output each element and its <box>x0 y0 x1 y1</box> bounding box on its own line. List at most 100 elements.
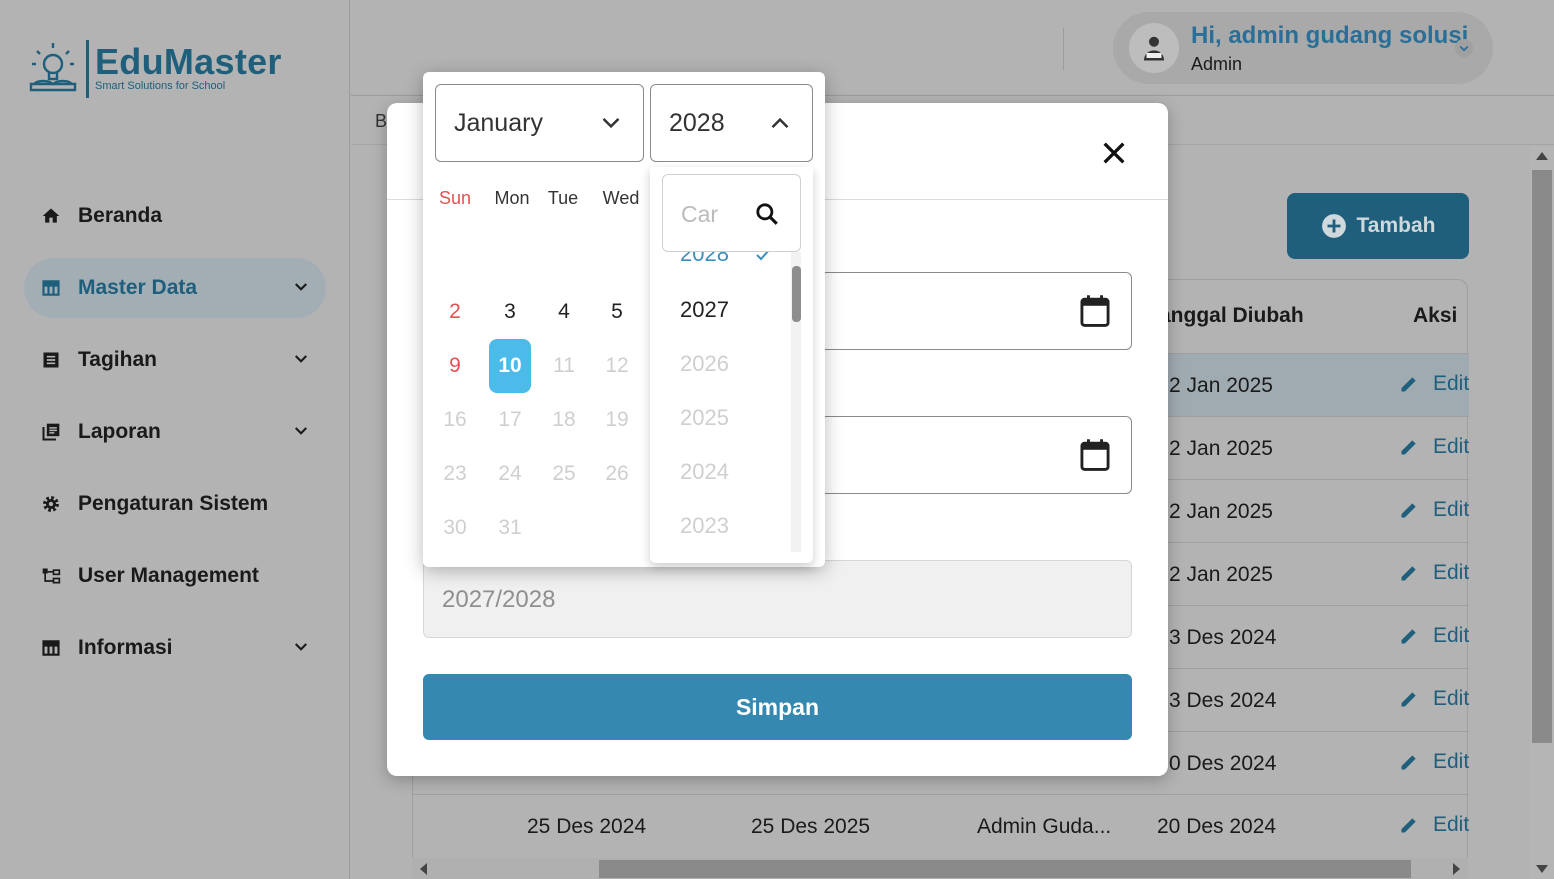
scroll-right-icon[interactable] <box>1452 863 1460 875</box>
year-option: 2026 <box>680 351 729 376</box>
table-icon <box>40 277 62 299</box>
cell-modified: 3 Des 2024 <box>1169 626 1277 649</box>
edit-label: Edit <box>1433 372 1470 395</box>
sidebar-item-informasi[interactable]: Informasi <box>24 618 326 678</box>
logo[interactable]: EduMaster Smart Solutions for School <box>28 40 282 98</box>
scroll-down-icon[interactable] <box>1536 865 1548 873</box>
calendar-day: 31 <box>498 516 522 539</box>
edit-button[interactable]: Edit <box>1399 687 1469 711</box>
table-icon <box>40 637 62 659</box>
sidebar-item-label: Tagihan <box>78 348 157 371</box>
calendar-day[interactable]: 5 <box>596 285 638 339</box>
chevron-down-icon <box>295 283 307 291</box>
pencil-icon <box>1401 503 1416 518</box>
sidebar-item-tagihan[interactable]: Tagihan <box>24 330 326 390</box>
calendar-day[interactable]: 9 <box>434 339 476 393</box>
edit-label: Edit <box>1433 624 1470 647</box>
table-row[interactable]: 25 Des 2024 25 Des 2025 Admin Guda... 20… <box>413 794 1469 857</box>
scroll-left-icon[interactable] <box>420 863 428 875</box>
chevron-down-icon <box>295 643 307 651</box>
calendar-day: 25 <box>552 462 576 485</box>
user-role: Admin <box>1191 53 1243 74</box>
horizontal-scrollbar[interactable] <box>412 858 1468 879</box>
lightbulb-book-icon <box>29 43 77 92</box>
edit-label: Edit <box>1433 498 1470 521</box>
pencil-icon <box>1401 629 1416 644</box>
year-option[interactable]: 2027 <box>680 297 729 323</box>
save-button[interactable]: Simpan <box>423 674 1132 740</box>
edit-label: Edit <box>1433 813 1470 836</box>
year-search-input[interactable]: Car <box>662 174 801 252</box>
edit-label: Edit <box>1433 435 1470 458</box>
calendar-day: 17 <box>498 408 522 431</box>
breadcrumb-text[interactable]: B <box>375 111 387 132</box>
weekday-label: Mon <box>494 188 530 208</box>
edit-button[interactable]: Edit <box>1399 813 1469 837</box>
pencil-icon <box>1401 440 1416 455</box>
month-value: January <box>454 109 543 137</box>
calendar-icon[interactable] <box>1079 294 1111 328</box>
avatar <box>1129 23 1179 73</box>
sidebar-item-beranda[interactable]: Beranda <box>24 186 326 246</box>
vertical-scroll-thumb[interactable] <box>1532 170 1552 743</box>
sidebar-item-master-data[interactable]: Master Data <box>24 258 326 318</box>
cell-by: Admin Guda... <box>977 815 1112 838</box>
hierarchy-icon <box>40 565 62 587</box>
year-list-scroll-thumb[interactable] <box>792 266 801 322</box>
pencil-icon <box>1401 692 1416 707</box>
sidebar-item-user-management[interactable]: User Management <box>24 546 326 606</box>
chevron-down-icon[interactable] <box>1455 39 1473 57</box>
calendar-day: 12 <box>605 354 629 377</box>
weekday-label: Sun <box>438 188 472 208</box>
pencil-icon <box>1401 818 1416 833</box>
chevron-down-icon <box>295 427 307 435</box>
calendar-day: 30 <box>443 516 467 539</box>
add-button[interactable]: Tambah <box>1287 193 1469 259</box>
scroll-up-icon[interactable] <box>1536 152 1548 160</box>
edit-button[interactable]: Edit <box>1399 561 1469 585</box>
edit-label: Edit <box>1433 561 1470 584</box>
sidebar-item-laporan[interactable]: Laporan <box>24 402 326 462</box>
edit-label: Edit <box>1433 687 1470 710</box>
sidebar-item-label: User Management <box>78 564 259 587</box>
calendar-day: 24 <box>498 462 522 485</box>
year-value: 2028 <box>669 109 725 137</box>
pencil-icon <box>1401 377 1416 392</box>
calendar-day: 16 <box>443 408 467 431</box>
column-header-modified[interactable]: anggal Diubah <box>1159 304 1304 328</box>
edit-button[interactable]: Edit <box>1399 750 1469 774</box>
vertical-scrollbar[interactable] <box>1530 146 1554 879</box>
logo-divider <box>86 40 89 98</box>
user-menu[interactable]: Hi, admin gudang solusi Admin <box>1113 12 1493 84</box>
cell-modified: 2 Jan 2025 <box>1169 437 1273 460</box>
search-icon[interactable] <box>754 201 780 227</box>
edit-button[interactable]: Edit <box>1399 498 1469 522</box>
calendar-day[interactable]: 3 <box>489 285 531 339</box>
close-icon[interactable] <box>1100 139 1128 167</box>
cell-modified: 2 Jan 2025 <box>1169 500 1273 523</box>
edit-button[interactable]: Edit <box>1399 624 1469 648</box>
calendar-day: 18 <box>552 408 576 431</box>
save-button-label: Simpan <box>735 693 820 720</box>
year-select[interactable]: 2028 <box>650 84 813 162</box>
calendar-day[interactable]: 2 <box>434 285 476 339</box>
column-header-action: Aksi <box>1413 304 1458 327</box>
edit-button[interactable]: Edit <box>1399 435 1469 459</box>
library-icon <box>40 421 62 443</box>
chevron-down-icon <box>295 355 307 363</box>
edit-button[interactable]: Edit <box>1399 372 1469 396</box>
calendar-icon[interactable] <box>1079 438 1111 472</box>
chevron-up-icon <box>771 117 789 129</box>
calendar-day-selected[interactable]: 10 <box>489 339 531 393</box>
calendar-day: 23 <box>443 462 467 485</box>
add-button-label: Tambah <box>1356 214 1436 237</box>
pencil-icon <box>1401 566 1416 581</box>
horizontal-scroll-thumb[interactable] <box>599 860 1411 878</box>
weekday-label: Tue <box>547 188 579 208</box>
calendar-day[interactable]: 4 <box>543 285 585 339</box>
month-select[interactable]: January <box>435 84 644 162</box>
calendar-day: 26 <box>605 462 629 485</box>
sidebar-item-pengaturan-sistem[interactable]: Pengaturan Sistem <box>24 474 326 534</box>
cell-modified: 3 Des 2024 <box>1169 689 1277 712</box>
home-icon <box>40 205 62 227</box>
